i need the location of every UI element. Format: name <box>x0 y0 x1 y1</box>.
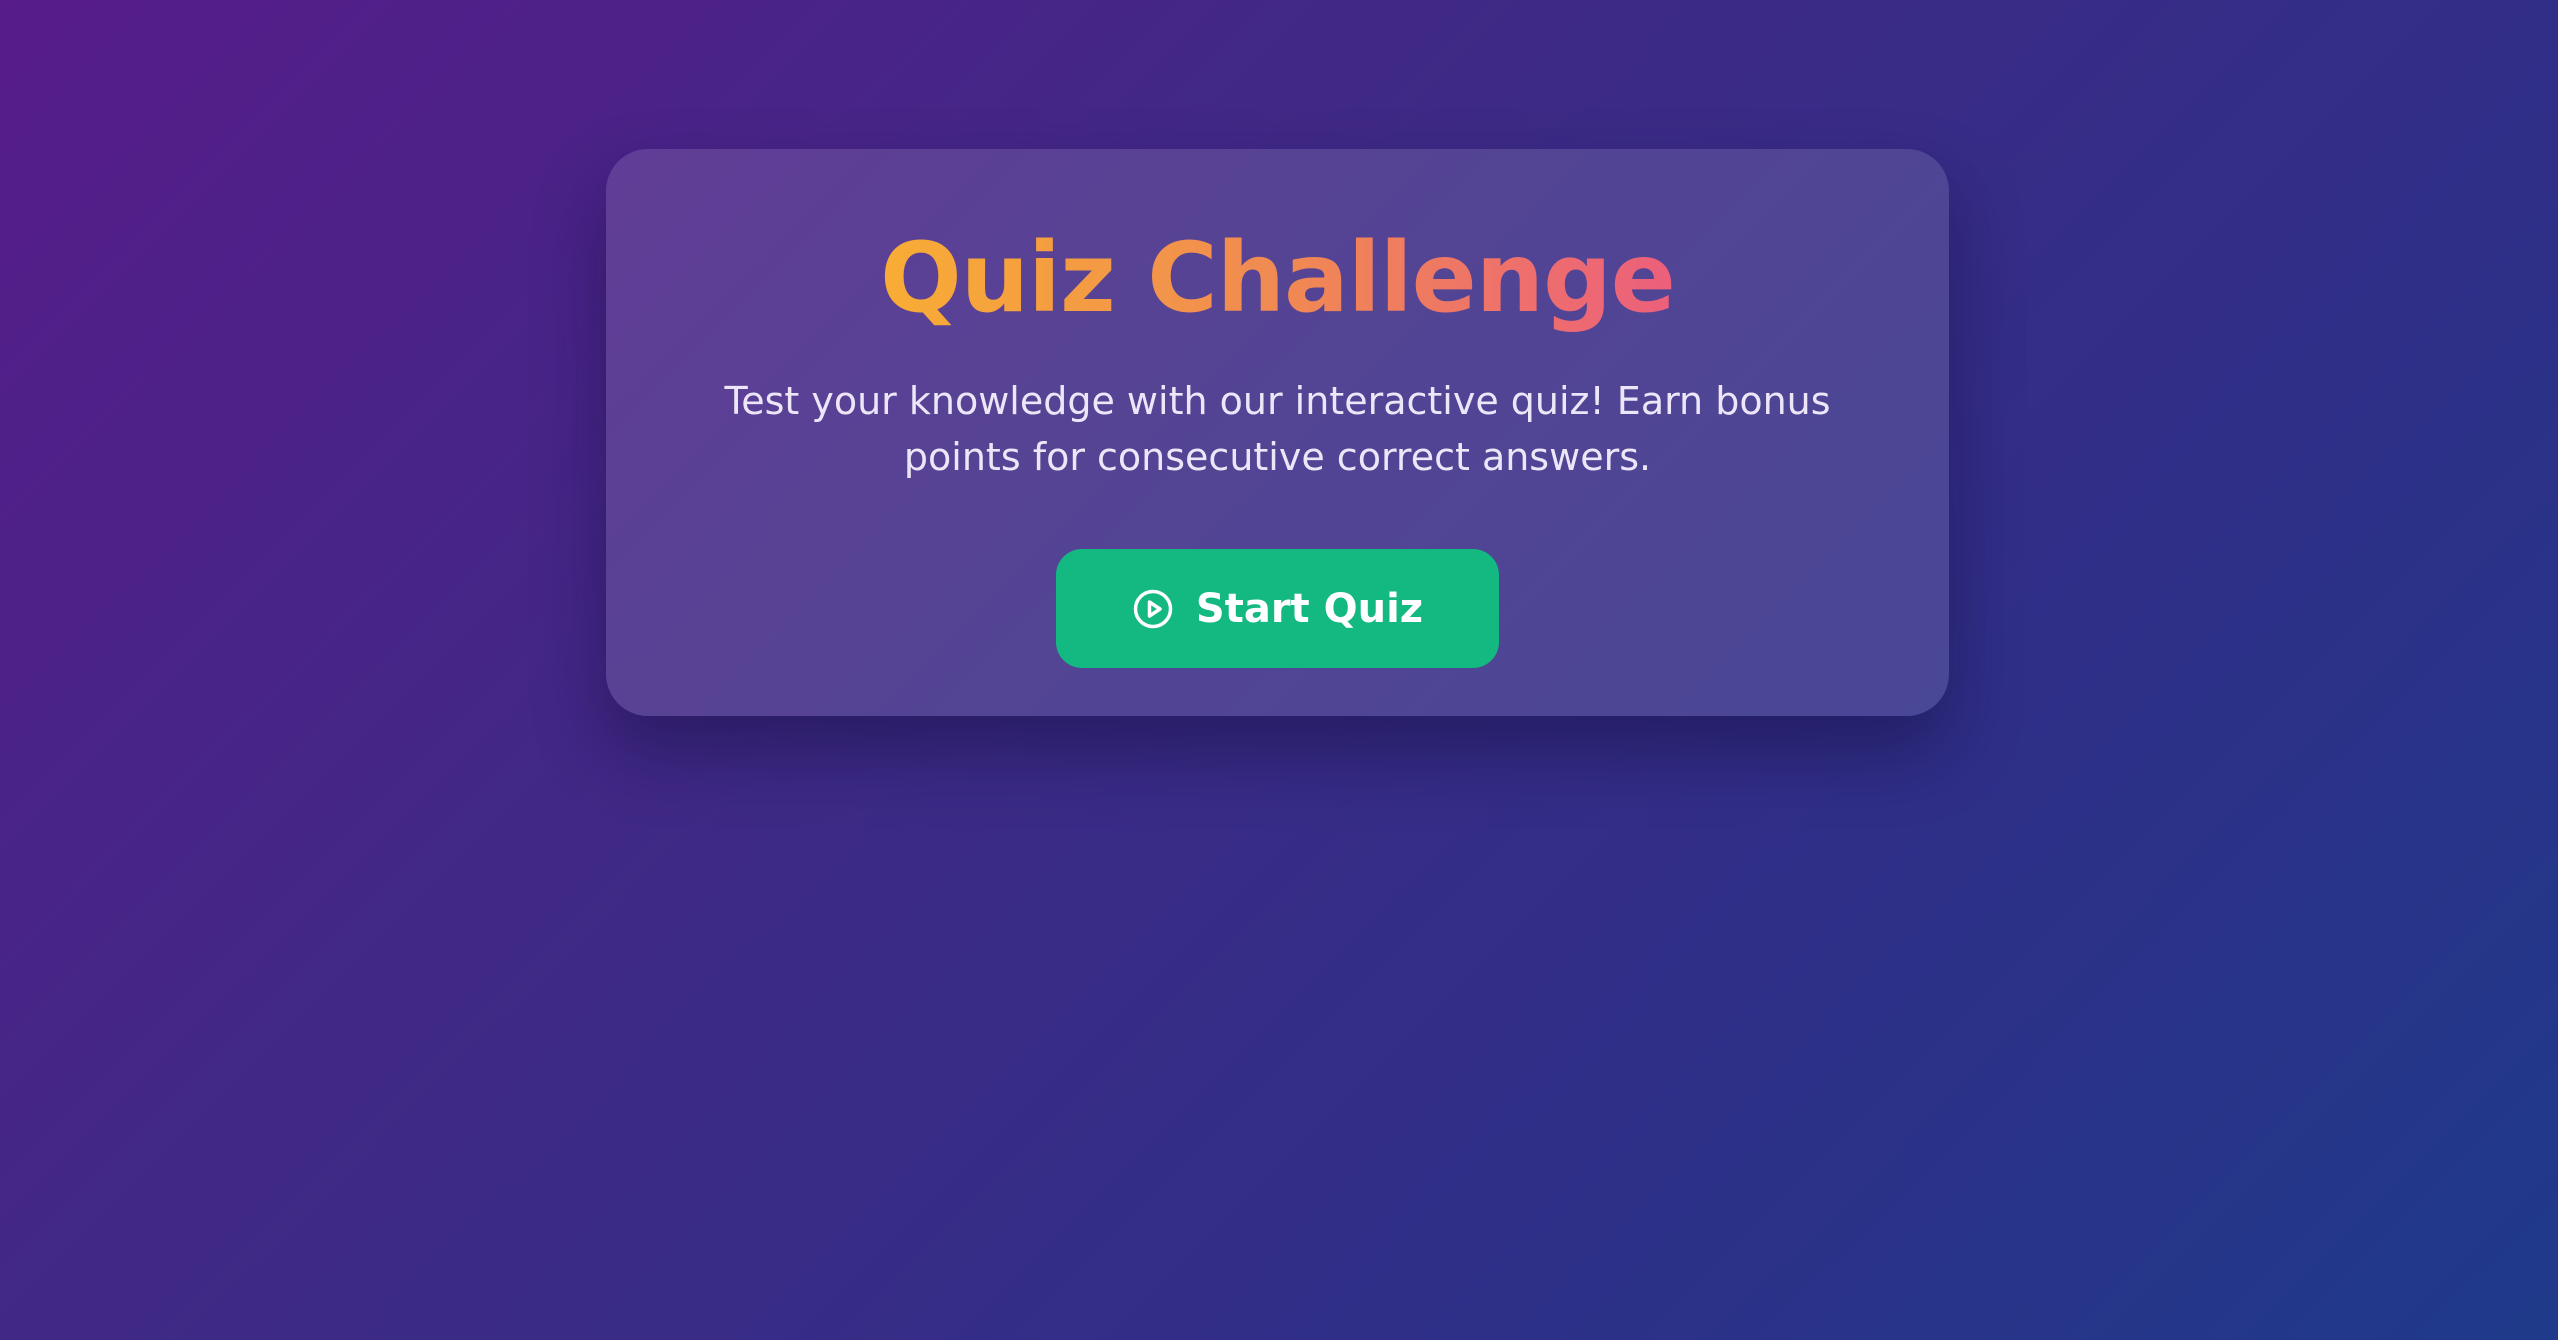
quiz-intro-card: Quiz Challenge Test your knowledge with … <box>606 149 1949 716</box>
start-quiz-label: Start Quiz <box>1195 585 1424 632</box>
play-circle-icon <box>1132 588 1174 630</box>
start-quiz-button[interactable]: Start Quiz <box>1056 549 1499 668</box>
page-title: Quiz Challenge <box>880 213 1676 343</box>
page: { "quiz": { "title": "Quiz Challenge", "… <box>0 0 2558 1340</box>
quiz-description: Test your knowledge with our interactive… <box>724 379 1831 479</box>
